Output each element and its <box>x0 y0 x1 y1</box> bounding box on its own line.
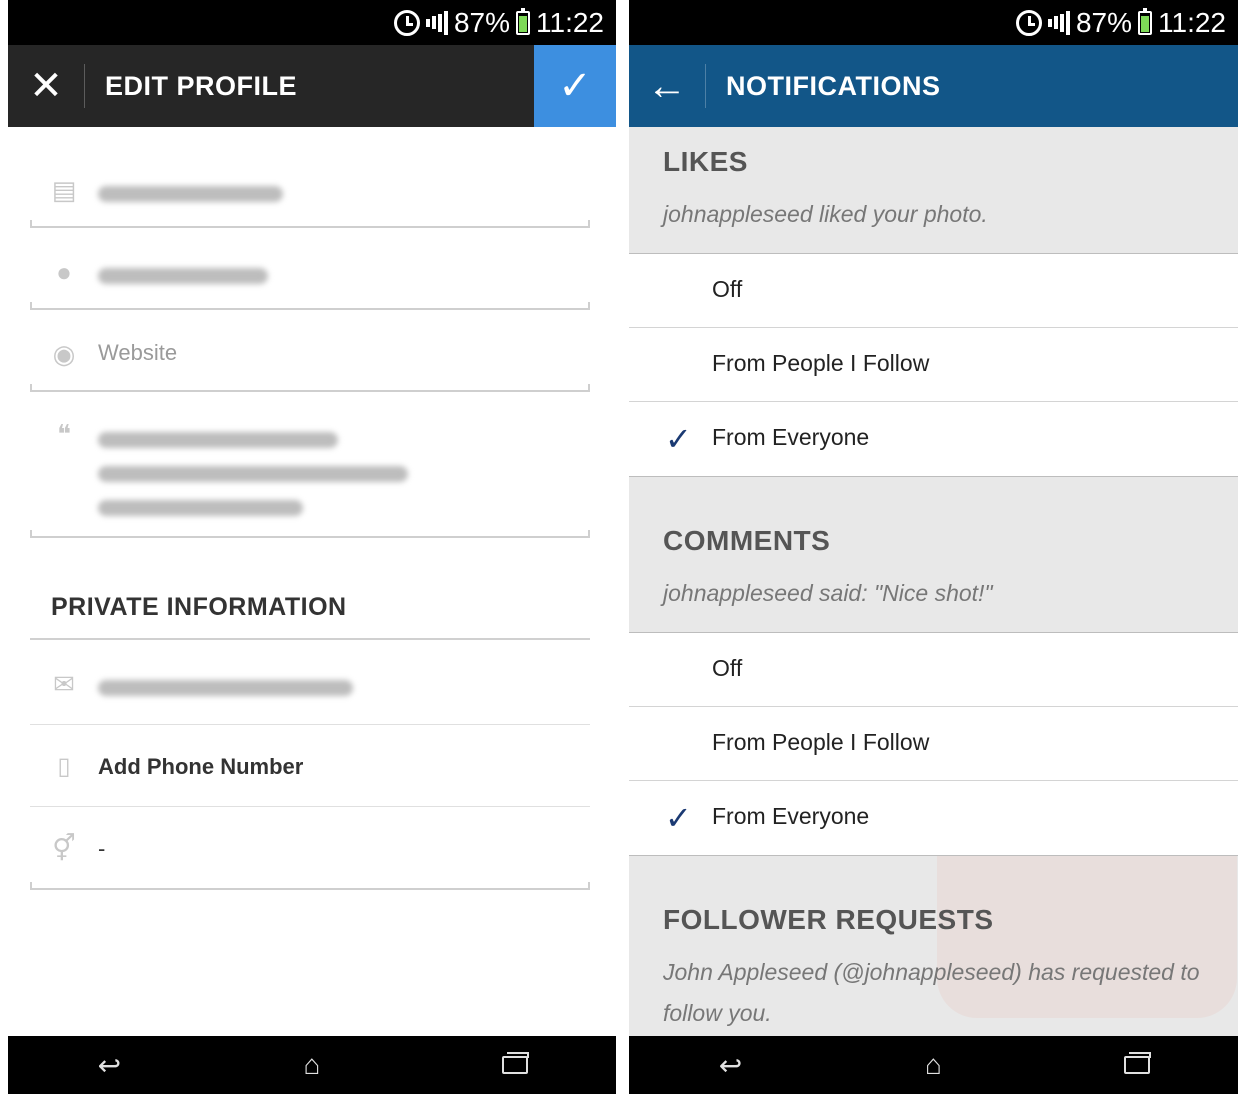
option-label: From People I Follow <box>712 350 930 376</box>
notifications-toolbar: ← NOTIFICATIONS <box>629 45 1238 127</box>
likes-option-everyone[interactable]: ✓ From Everyone <box>629 402 1238 476</box>
signal-icon <box>425 10 448 35</box>
id-card-icon: ▤ <box>51 174 77 205</box>
name-value <box>98 182 283 208</box>
edit-profile-screen: 87% 11:22 ✕ EDIT PROFILE ✓ ▤ ● ◉ Website… <box>8 0 616 1094</box>
likes-option-following[interactable]: From People I Follow <box>629 328 1238 402</box>
likes-heading: LIKES <box>663 146 748 177</box>
checkmark-icon: ✓ <box>558 64 592 108</box>
comments-option-following[interactable]: From People I Follow <box>629 707 1238 781</box>
comments-option-off[interactable]: Off <box>629 633 1238 707</box>
compass-icon: ◉ <box>52 338 76 369</box>
gender-icon: ⚥ <box>52 832 76 863</box>
field-underline <box>30 882 590 890</box>
back-icon[interactable]: ↩ <box>69 1049 149 1082</box>
likes-option-off[interactable]: Off <box>629 254 1238 328</box>
follower-requests-example: John Appleseed (@johnappleseed) has requ… <box>663 959 1200 1026</box>
battery-percent: 87% <box>453 6 510 38</box>
system-nav-bar: ↩ ⌂ <box>629 1036 1238 1094</box>
option-label: From People I Follow <box>712 729 930 755</box>
home-icon[interactable]: ⌂ <box>894 1049 974 1081</box>
battery-percent: 87% <box>1075 6 1132 38</box>
page-title: EDIT PROFILE <box>105 70 298 101</box>
checkmark-icon: ✓ <box>665 421 692 457</box>
comments-heading: COMMENTS <box>663 525 831 556</box>
row-divider <box>30 806 590 807</box>
website-placeholder: Website <box>98 340 178 365</box>
option-label: From Everyone <box>712 803 870 829</box>
toolbar-separator <box>705 64 706 108</box>
user-icon: ● <box>56 256 72 287</box>
battery-icon <box>516 7 530 35</box>
field-underline <box>30 220 590 228</box>
clock: 11:22 <box>1158 6 1226 38</box>
battery-icon <box>1138 7 1152 35</box>
close-icon[interactable]: ✕ <box>8 45 84 127</box>
name-field[interactable]: ▤ <box>30 160 590 230</box>
email-value <box>98 676 353 702</box>
field-underline <box>30 302 590 310</box>
row-divider <box>30 724 590 725</box>
signal-icon <box>1047 10 1070 35</box>
comments-option-everyone[interactable]: ✓ From Everyone <box>629 781 1238 855</box>
page-title: NOTIFICATIONS <box>726 70 941 101</box>
bio-field[interactable]: ❝ <box>30 406 590 546</box>
add-phone-label: Add Phone Number <box>98 754 304 779</box>
gender-select[interactable]: ⚥ - <box>30 814 590 890</box>
quote-icon: ❝ <box>57 418 71 449</box>
website-field[interactable]: ◉ Website <box>30 324 590 394</box>
comments-example: johnappleseed said: "Nice shot!" <box>663 580 993 606</box>
option-label: From Everyone <box>712 424 870 450</box>
alarm-icon <box>393 9 420 36</box>
status-bar: 87% 11:22 <box>8 0 616 45</box>
home-icon[interactable]: ⌂ <box>272 1049 352 1081</box>
clock: 11:22 <box>536 6 604 38</box>
toolbar-separator <box>84 64 85 108</box>
back-arrow-icon[interactable]: ← <box>629 45 705 127</box>
recent-apps-icon[interactable] <box>475 1052 555 1074</box>
back-icon[interactable]: ↩ <box>691 1049 771 1082</box>
option-label: Off <box>712 276 743 302</box>
phone-field[interactable]: ▯ Add Phone Number <box>30 732 590 802</box>
recent-apps-icon[interactable] <box>1097 1052 1177 1074</box>
checkmark-icon: ✓ <box>665 800 692 836</box>
status-bar: 87% 11:22 <box>629 0 1238 45</box>
notifications-screen: 87% 11:22 ← NOTIFICATIONS LIKES johnappl… <box>629 0 1238 1094</box>
phone-icon: ▯ <box>57 752 71 780</box>
likes-options: Off From People I Follow ✓ From Everyone <box>629 253 1238 477</box>
alarm-icon <box>1015 9 1042 36</box>
comments-options: Off From People I Follow ✓ From Everyone <box>629 632 1238 856</box>
field-underline <box>30 530 590 538</box>
username-field[interactable]: ● <box>30 242 590 312</box>
private-info-heading: PRIVATE INFORMATION <box>51 593 347 621</box>
gender-value: - <box>98 836 106 861</box>
bio-value <box>98 424 408 526</box>
email-field[interactable]: ✉ <box>30 650 590 720</box>
mail-icon: ✉ <box>53 668 75 699</box>
follower-requests-heading: FOLLOWER REQUESTS <box>663 904 994 935</box>
confirm-button[interactable]: ✓ <box>534 45 616 127</box>
option-label: Off <box>712 655 743 681</box>
field-underline <box>30 384 590 392</box>
likes-example: johnappleseed liked your photo. <box>663 201 988 227</box>
system-nav-bar: ↩ ⌂ <box>8 1036 616 1094</box>
edit-profile-toolbar: ✕ EDIT PROFILE ✓ <box>8 45 616 127</box>
username-value <box>98 264 268 290</box>
section-divider <box>30 638 590 640</box>
